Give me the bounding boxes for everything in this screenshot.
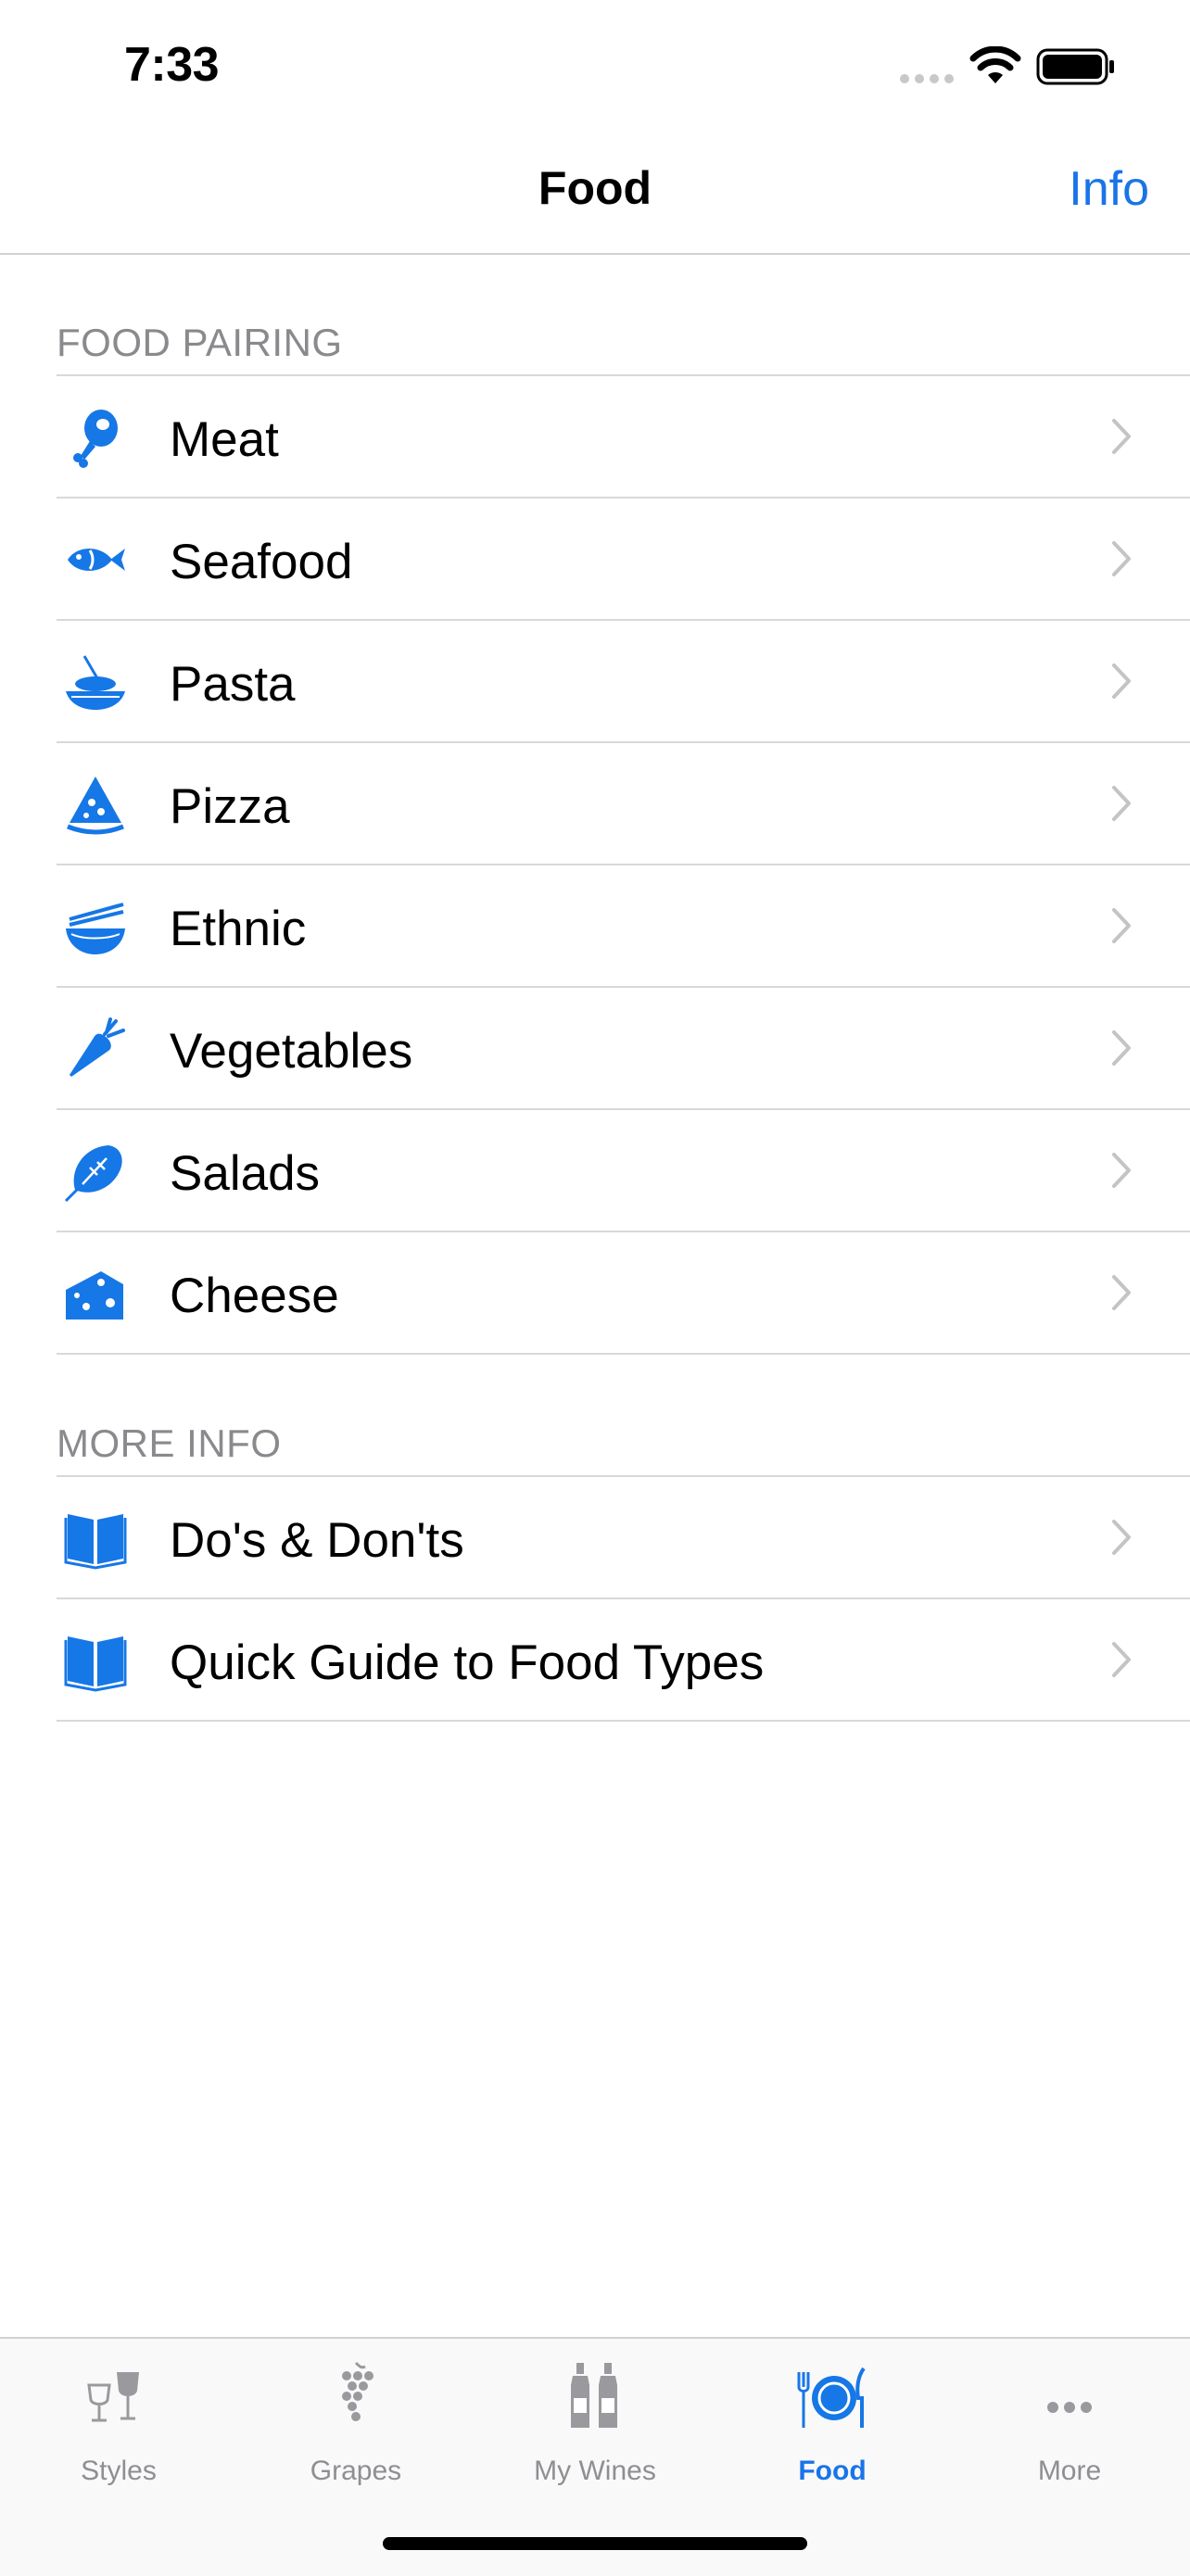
carrot-icon — [70, 1017, 125, 1077]
cellular-signal-icon — [900, 74, 954, 83]
chevron-right-icon — [1112, 1642, 1131, 1677]
list-item-seafood[interactable]: Seafood — [57, 497, 1190, 619]
list-item-pizza[interactable]: Pizza — [57, 741, 1190, 864]
chevron-right-icon — [1112, 1275, 1131, 1310]
wine-bottles-icon — [571, 2363, 617, 2428]
pizza-icon — [67, 777, 124, 835]
list-item-label: Salads — [170, 1146, 321, 1201]
chevron-right-icon — [1112, 541, 1131, 576]
section-header-more-info: MORE INFO — [57, 1421, 282, 1465]
chevron-right-icon — [1112, 1153, 1131, 1188]
list-item-label: Cheese — [170, 1269, 339, 1323]
battery-icon — [1036, 48, 1114, 85]
navigation-bar: Food Info — [0, 130, 1190, 255]
list-item-vegetables[interactable]: Vegetables — [57, 986, 1190, 1108]
chevron-right-icon — [1112, 1520, 1131, 1555]
chevron-right-icon — [1112, 1030, 1131, 1066]
page-title: Food — [538, 162, 652, 214]
list-item-label: Vegetables — [170, 1024, 413, 1079]
tab-label: Food — [798, 2456, 867, 2486]
list-item-cheese[interactable]: Cheese — [57, 1231, 1190, 1353]
wine-glasses-icon — [87, 2372, 139, 2422]
lettuce-icon — [64, 1145, 122, 1203]
tab-label: Grapes — [310, 2456, 402, 2486]
list-item-label: Quick Guide to Food Types — [170, 1635, 765, 1690]
tab-grapes[interactable]: Grapes — [237, 2339, 475, 2487]
more-dots-icon — [1047, 2402, 1092, 2413]
list-item-label: Do's & Don'ts — [170, 1513, 464, 1568]
chevron-right-icon — [1112, 908, 1131, 943]
fish-icon — [68, 549, 125, 571]
chevron-right-icon — [1112, 663, 1131, 699]
tab-food[interactable]: Food — [714, 2339, 951, 2487]
book-icon — [64, 1636, 127, 1692]
list-item-ethnic[interactable]: Ethnic — [57, 864, 1190, 986]
cheese-icon — [66, 1271, 123, 1320]
list-item-pasta[interactable]: Pasta — [57, 619, 1190, 741]
bowl-chopsticks-icon — [66, 903, 125, 954]
tab-styles[interactable]: Styles — [0, 2339, 237, 2487]
list-item-label: Meat — [170, 412, 279, 467]
tab-label: My Wines — [534, 2456, 656, 2486]
section-header-food-pairing: FOOD PAIRING — [57, 321, 343, 364]
list-item-salads[interactable]: Salads — [57, 1108, 1190, 1231]
grapes-icon — [342, 2361, 373, 2421]
list-item-quick-guide[interactable]: Quick Guide to Food Types — [57, 1597, 1190, 1722]
book-icon — [64, 1514, 127, 1570]
chevron-right-icon — [1112, 419, 1131, 454]
list-item-label: Seafood — [170, 535, 353, 589]
home-indicator[interactable] — [383, 2537, 807, 2550]
meat-icon — [73, 410, 118, 468]
info-button[interactable]: Info — [1069, 161, 1149, 217]
section-divider — [57, 1353, 1190, 1355]
status-bar: 7:33 — [0, 0, 1190, 130]
tab-more[interactable]: More — [951, 2339, 1188, 2487]
pasta-icon — [66, 655, 125, 710]
plate-fork-knife-icon — [797, 2367, 866, 2428]
list-item-label: Ethnic — [170, 902, 307, 956]
list-item-dos-and-donts[interactable]: Do's & Don'ts — [57, 1475, 1190, 1597]
tab-my-wines[interactable]: My Wines — [476, 2339, 714, 2487]
list-item-label: Pasta — [170, 657, 296, 712]
tab-label: Styles — [81, 2456, 157, 2486]
list-item-label: Pizza — [170, 779, 290, 834]
list-item-meat[interactable]: Meat — [57, 374, 1190, 497]
tab-label: More — [1037, 2456, 1102, 2486]
wifi-icon — [969, 46, 1021, 83]
status-time: 7:33 — [124, 38, 220, 92]
chevron-right-icon — [1112, 786, 1131, 821]
